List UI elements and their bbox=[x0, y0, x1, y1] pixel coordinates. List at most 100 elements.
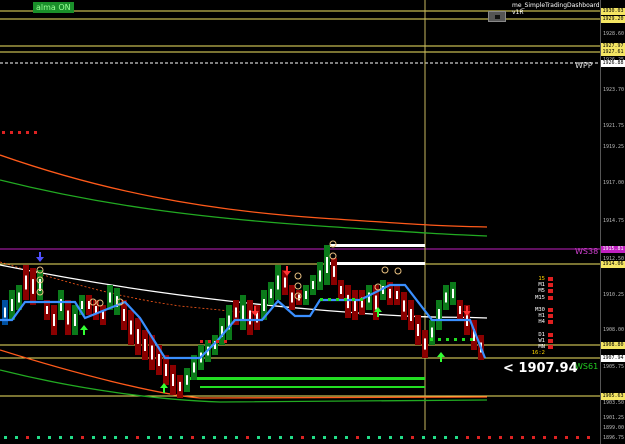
signal-dot bbox=[10, 131, 13, 134]
strip-dot bbox=[15, 436, 18, 439]
strip-dot bbox=[466, 436, 469, 439]
candle-body bbox=[375, 295, 377, 310]
signal-dot bbox=[446, 338, 449, 341]
signal-dot bbox=[320, 298, 323, 301]
alma-status-badge[interactable]: alma ON bbox=[33, 2, 74, 13]
signal-dot bbox=[208, 340, 211, 343]
candle-body bbox=[410, 309, 412, 321]
candle-body bbox=[389, 288, 391, 299]
strip-dot bbox=[4, 436, 7, 439]
candle-body bbox=[4, 307, 6, 318]
candle-body bbox=[193, 362, 195, 373]
trend-square-icon bbox=[548, 295, 553, 300]
price-tick: 1901.25 bbox=[603, 415, 625, 421]
strip-dot bbox=[147, 436, 150, 439]
signal-dot bbox=[344, 298, 347, 301]
price-tick: 1923.70 bbox=[603, 87, 625, 93]
strip-dot bbox=[499, 436, 502, 439]
candle-body bbox=[333, 266, 335, 277]
strip-dot bbox=[158, 436, 161, 439]
candle-body bbox=[67, 310, 69, 325]
signal-dot bbox=[2, 131, 5, 134]
candle-body bbox=[11, 299, 13, 311]
candle-body bbox=[263, 299, 265, 311]
timeframe-panel: 15 M1 M5 M15 M30 H1 H4 D1 W1 MN 16:2 bbox=[520, 276, 554, 356]
strip-dot bbox=[411, 436, 414, 439]
signal-dot bbox=[336, 298, 339, 301]
strip-dot bbox=[532, 436, 535, 439]
candle-body bbox=[270, 288, 272, 299]
strip-dot bbox=[290, 436, 293, 439]
strip-dot bbox=[444, 436, 447, 439]
price-level-tag: 1905.63 bbox=[601, 393, 625, 400]
strip-dot bbox=[81, 436, 84, 439]
candle-body bbox=[60, 299, 62, 311]
strip-dot bbox=[26, 436, 29, 439]
price-level-tag: 1929.20 bbox=[601, 16, 625, 23]
candle-body bbox=[53, 314, 55, 326]
candle-body bbox=[305, 291, 307, 299]
candle-body bbox=[123, 309, 125, 321]
strip-dot bbox=[334, 436, 337, 439]
candle-body bbox=[319, 270, 321, 282]
price-level-tag: 1914.06 bbox=[601, 261, 625, 268]
signal-dot bbox=[216, 340, 219, 343]
strip-dot bbox=[323, 436, 326, 439]
trend-square-icon bbox=[548, 320, 553, 325]
candle-body bbox=[18, 292, 20, 303]
strip-dot bbox=[433, 436, 436, 439]
candle-body bbox=[417, 324, 419, 336]
strip-dot bbox=[356, 436, 359, 439]
strip-dot bbox=[510, 436, 513, 439]
candle-body bbox=[179, 381, 181, 392]
ws61-label: WS61 bbox=[575, 362, 599, 371]
strip-dot bbox=[345, 436, 348, 439]
signal-dot bbox=[454, 338, 457, 341]
strip-dot bbox=[312, 436, 315, 439]
candle-body bbox=[396, 291, 398, 299]
candle-body bbox=[137, 329, 139, 344]
signal-dot bbox=[224, 340, 227, 343]
price-tick: 1910.25 bbox=[603, 292, 625, 298]
signal-dot bbox=[18, 131, 21, 134]
dashboard-toggle-button[interactable] bbox=[488, 11, 506, 22]
price-level-tag: 1930.03 bbox=[601, 8, 625, 15]
price-level-tag: 1927.61 bbox=[601, 49, 625, 56]
price-tick: 1899.00 bbox=[603, 425, 625, 431]
price-tick: 1921.75 bbox=[603, 123, 625, 129]
strip-dot bbox=[389, 436, 392, 439]
strip-dot bbox=[202, 436, 205, 439]
strip-dot bbox=[246, 436, 249, 439]
strip-dot bbox=[477, 436, 480, 439]
ws38-label: WS38 bbox=[575, 247, 599, 256]
strip-dot bbox=[400, 436, 403, 439]
candle-body bbox=[32, 279, 34, 294]
strip-dot bbox=[48, 436, 51, 439]
trend-square-icon bbox=[548, 338, 553, 343]
price-tick: 1919.25 bbox=[603, 144, 625, 150]
price-tick: 1917.00 bbox=[603, 180, 625, 186]
signal-dot bbox=[200, 340, 203, 343]
strip-dot bbox=[114, 436, 117, 439]
candle-body bbox=[452, 288, 454, 299]
candle-body bbox=[144, 339, 146, 351]
candle-body bbox=[172, 374, 174, 386]
price-scale[interactable]: 1928.601926.251923.701921.751919.251917.… bbox=[600, 0, 625, 444]
candle-body bbox=[431, 327, 433, 338]
candles bbox=[2, 245, 484, 398]
strip-dot bbox=[455, 436, 458, 439]
price-chart[interactable]: alma ON me_SimpleTradingDashboard v1R WP… bbox=[0, 0, 600, 430]
strip-dot bbox=[103, 436, 106, 439]
trend-square-icon bbox=[548, 345, 553, 350]
red-down-arrow-icon bbox=[36, 252, 44, 262]
strip-dot bbox=[59, 436, 62, 439]
candle-body bbox=[277, 275, 279, 290]
signal-strip bbox=[0, 431, 600, 444]
signal-dot bbox=[328, 298, 331, 301]
price-tick: 1928.60 bbox=[603, 31, 625, 37]
strip-dot bbox=[268, 436, 271, 439]
price-tick: 1903.50 bbox=[603, 400, 625, 406]
strip-dot bbox=[37, 436, 40, 439]
signal-dot bbox=[470, 338, 473, 341]
strip-dot bbox=[565, 436, 568, 439]
